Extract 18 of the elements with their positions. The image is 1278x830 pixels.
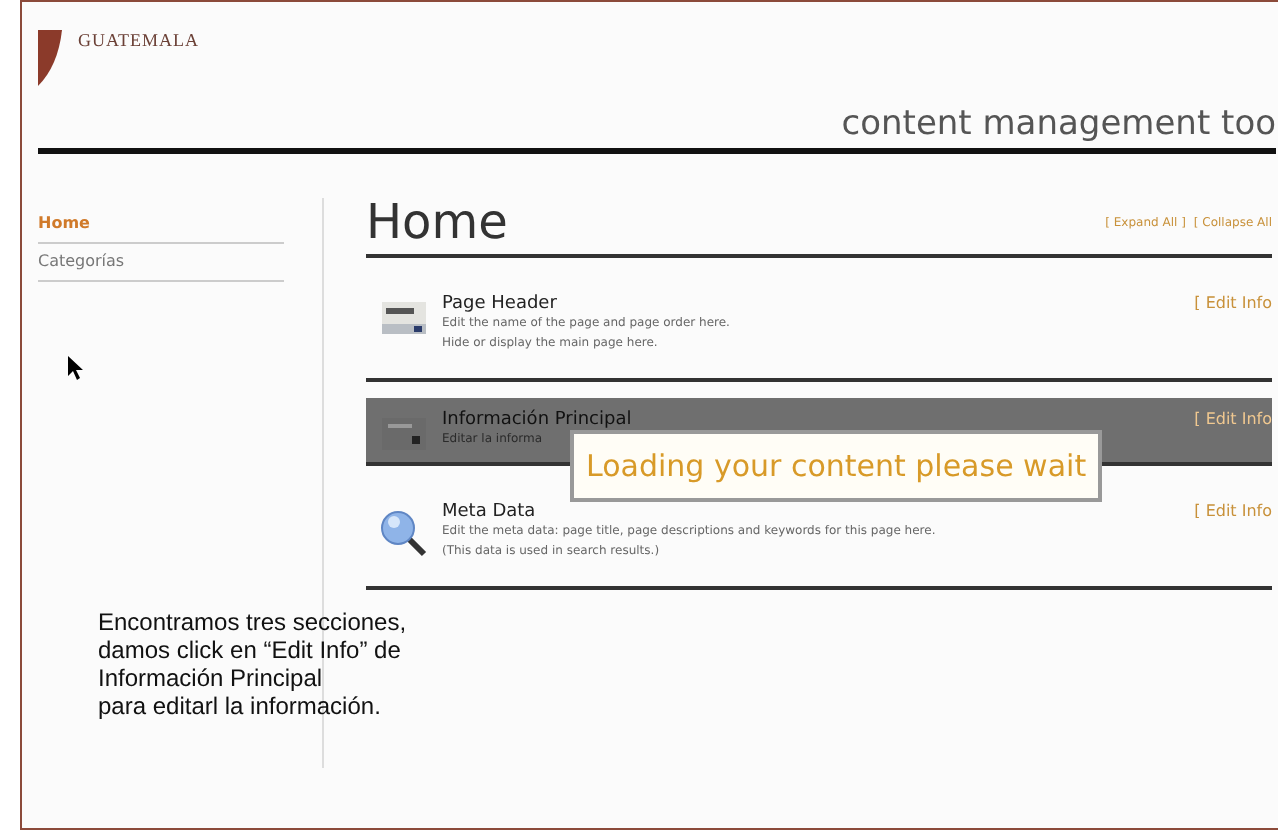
loading-message: Loading your content please wait	[570, 430, 1103, 502]
edit-info-link[interactable]: [ Edit Info	[1194, 294, 1272, 312]
edit-info-link[interactable]: [ Edit Info	[1194, 502, 1272, 520]
news-thumbnail-icon	[382, 418, 426, 450]
search-icon	[380, 510, 428, 558]
logo-icon	[38, 30, 62, 86]
caption-text: Encontramos tres secciones, damos click en “Edit Info” de Información Principal para editarl la información.	[98, 608, 407, 720]
section-title: Información Principal	[442, 410, 634, 430]
logo-text: GUATEMALA	[78, 30, 199, 50]
header-title: content management too	[841, 104, 1276, 144]
sidebar-item[interactable]: Home	[38, 206, 284, 244]
page-title: Home	[366, 194, 508, 250]
section-title: Page Header	[442, 294, 559, 314]
sidebar-item[interactable]: Categorías	[38, 244, 284, 282]
section-title: Meta Data	[442, 502, 538, 522]
cursor-icon	[68, 356, 84, 380]
header-thumbnail-icon	[382, 302, 426, 334]
edit-info-link[interactable]: [ Edit Info	[1194, 410, 1272, 428]
